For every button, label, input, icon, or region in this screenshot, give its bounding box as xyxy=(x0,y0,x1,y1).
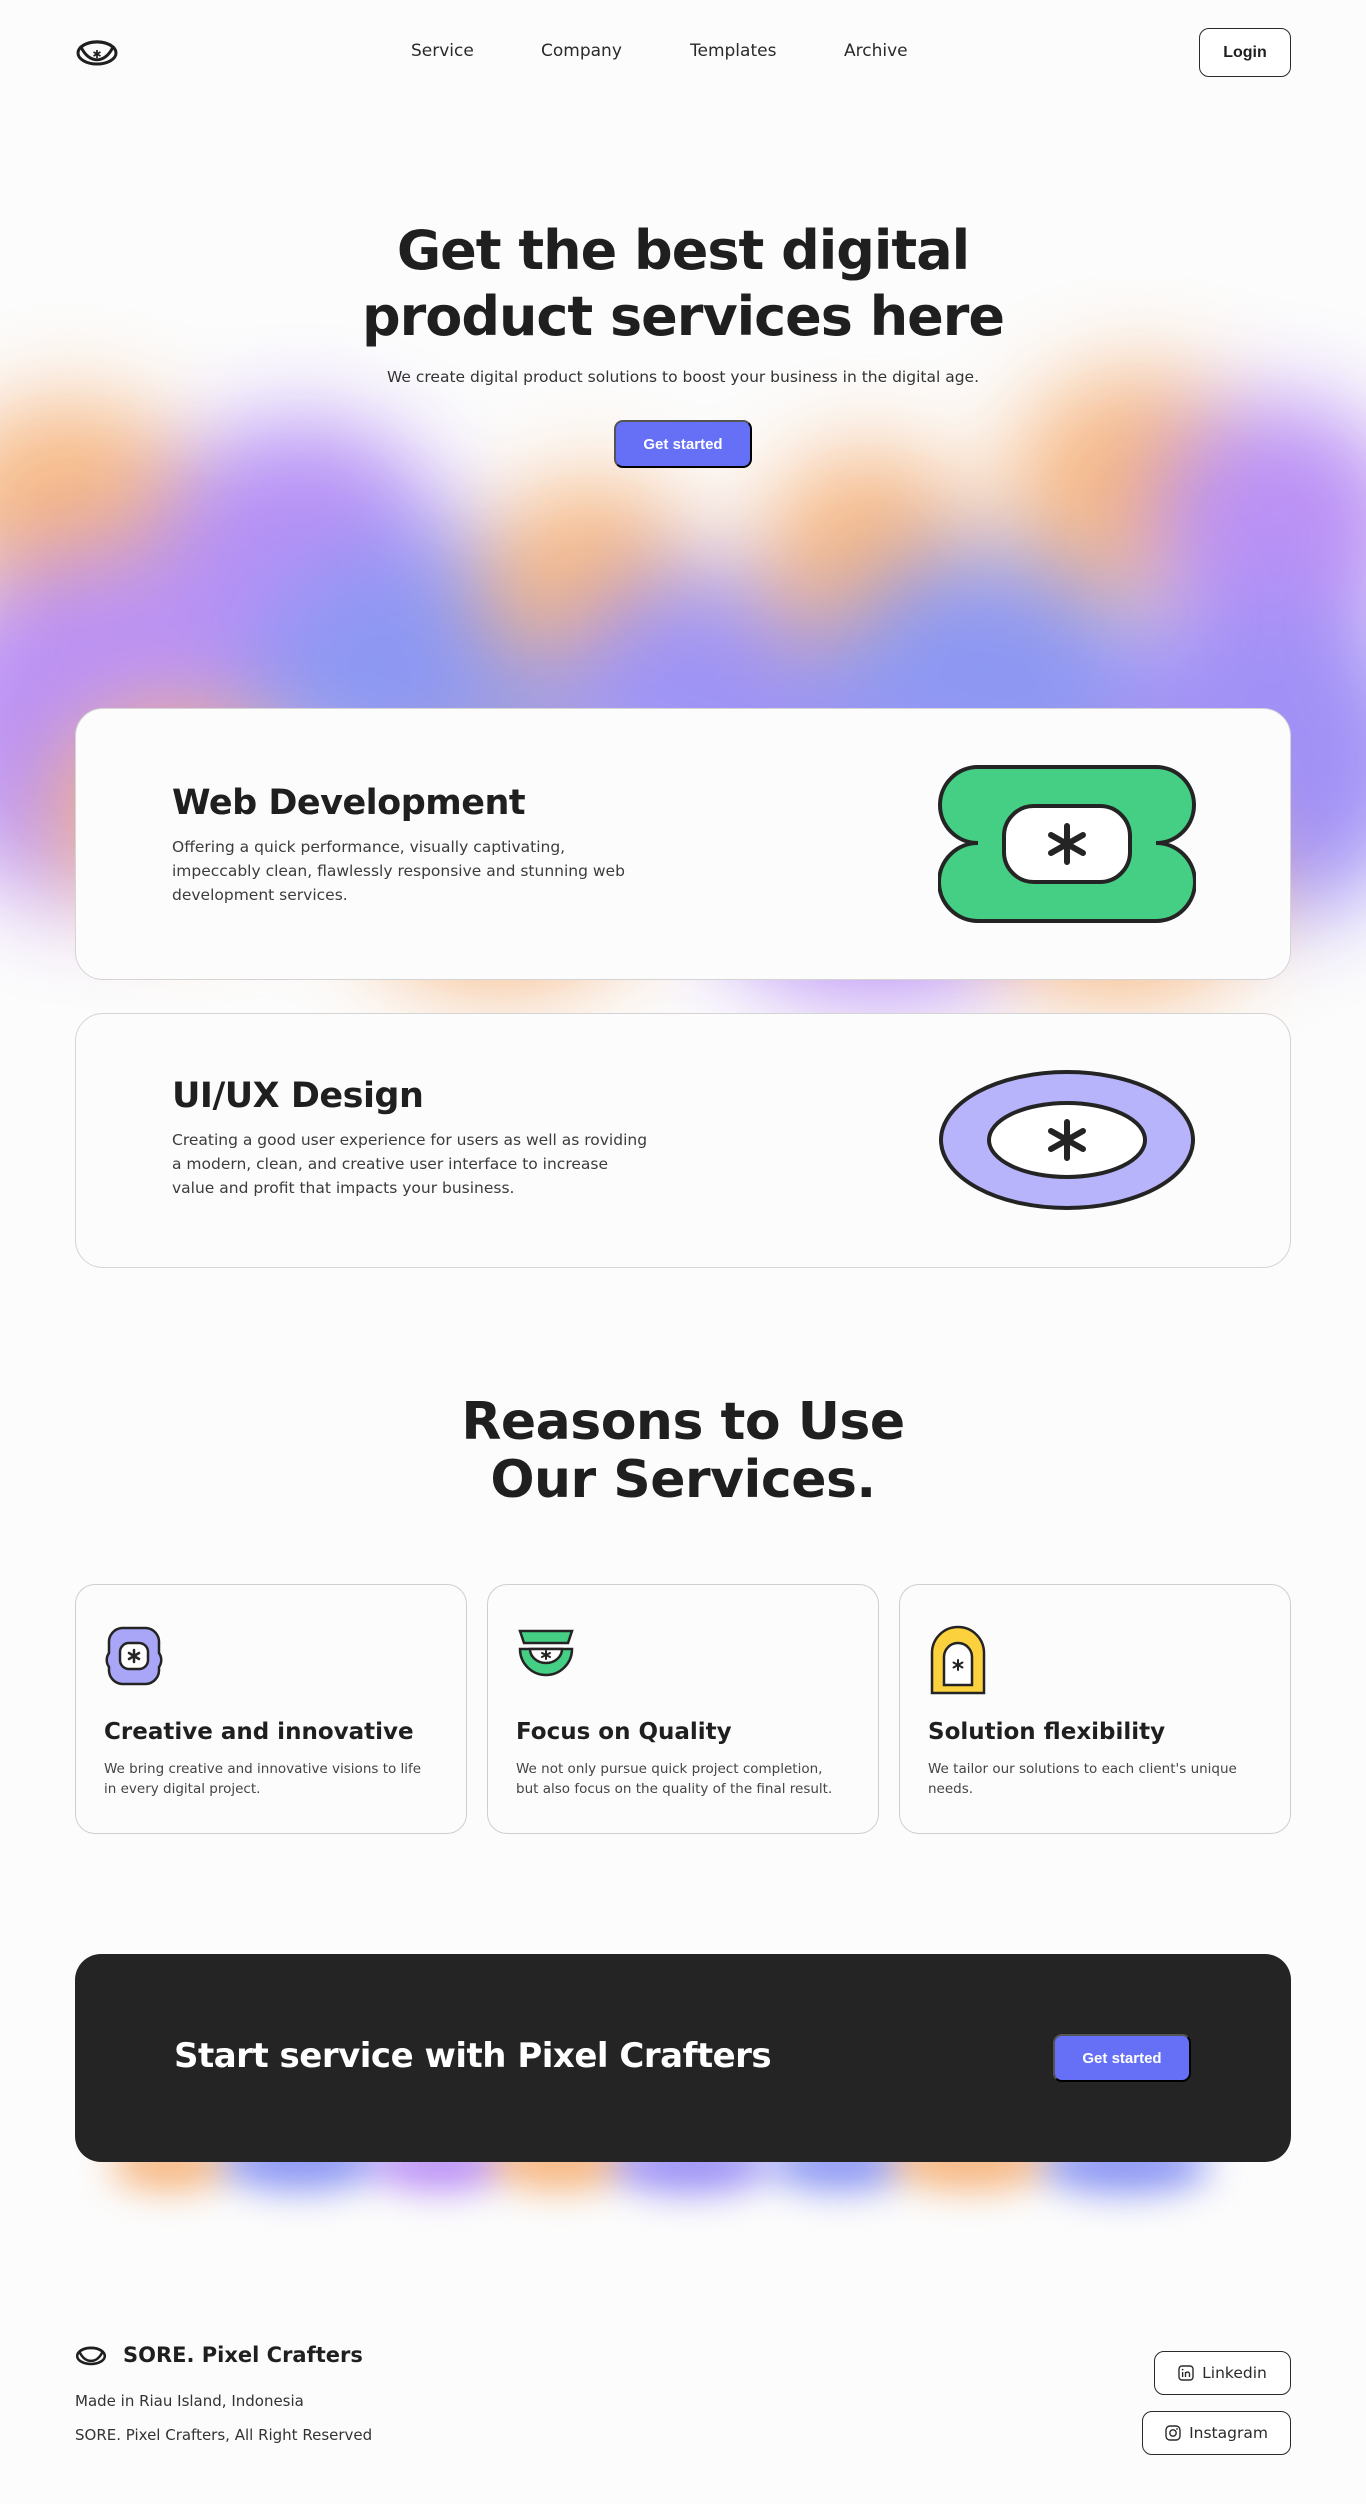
lavender-oval-icon xyxy=(939,1070,1195,1210)
cta-banner: Start service with Pixel Crafters Get st… xyxy=(75,1954,1291,2162)
service-description: Offering a quick performance, visually c… xyxy=(172,838,625,904)
linkedin-button[interactable]: Linkedin xyxy=(1154,2351,1291,2395)
service-title: Web Development xyxy=(172,783,526,823)
cta-get-started-button[interactable]: Get started xyxy=(1053,2034,1191,2082)
instagram-label: Instagram xyxy=(1189,2424,1268,2442)
footer-brand-name: SORE. Pixel Crafters xyxy=(123,2343,363,2367)
green-bowl-icon xyxy=(518,1629,574,1677)
reason-title: Focus on Quality xyxy=(516,1719,732,1745)
nav-link-company[interactable]: Company xyxy=(541,41,622,61)
hero-title-line-1: Get the best digital xyxy=(396,219,970,282)
service-description: Creating a good user experience for user… xyxy=(172,1131,648,1197)
nav-link-archive[interactable]: Archive xyxy=(844,41,908,61)
reasons-title: Reasons to Use Our Services. xyxy=(0,1393,1366,1509)
hero-title: Get the best digital product services he… xyxy=(0,218,1366,350)
linkedin-label: Linkedin xyxy=(1202,2364,1267,2382)
lavender-flower-icon xyxy=(105,1626,163,1686)
yellow-arch-icon xyxy=(930,1625,986,1695)
green-badge-icon xyxy=(938,765,1196,923)
reason-description: We bring creative and innovative visions… xyxy=(104,1761,422,1797)
service-card-ui-ux-design[interactable]: UI/UX Design Creating a good user experi… xyxy=(75,1013,1291,1268)
hero-subtitle: We create digital product solutions to b… xyxy=(387,368,979,386)
reasons-title-line-1: Reasons to Use xyxy=(461,1392,905,1452)
reason-card-creative: Creative and innovative We bring creativ… xyxy=(75,1584,467,1834)
reason-title: Creative and innovative xyxy=(104,1719,414,1745)
reasons-title-line-2: Our Services. xyxy=(490,1450,876,1510)
hero-title-line-2: product services here xyxy=(361,285,1005,348)
service-card-web-development[interactable]: Web Development Offering a quick perform… xyxy=(75,708,1291,980)
login-button[interactable]: Login xyxy=(1199,28,1291,77)
linkedin-icon xyxy=(1178,2365,1194,2381)
footer-logo-icon[interactable] xyxy=(75,2345,107,2367)
reason-card-quality: Focus on Quality We not only pursue quic… xyxy=(487,1584,879,1834)
cta-title: Start service with Pixel Crafters xyxy=(174,2036,772,2076)
footer-location: Made in Riau Island, Indonesia xyxy=(75,2392,304,2410)
nav-link-service[interactable]: Service xyxy=(411,41,474,61)
reason-description: We not only pursue quick project complet… xyxy=(516,1761,833,1797)
footer-copyright: SORE. Pixel Crafters, All Right Reserved xyxy=(75,2426,373,2444)
reason-card-flexibility: Solution flexibility We tailor our solut… xyxy=(899,1584,1291,1834)
reason-description: We tailor our solutions to each client's… xyxy=(928,1761,1237,1797)
hero-get-started-button[interactable]: Get started xyxy=(614,420,752,468)
reason-title: Solution flexibility xyxy=(928,1719,1166,1745)
service-title: UI/UX Design xyxy=(172,1076,424,1116)
nav-link-templates[interactable]: Templates xyxy=(690,41,776,61)
top-navigation: ✱ Service Company Templates Archive Logi… xyxy=(0,0,1366,105)
instagram-button[interactable]: Instagram xyxy=(1142,2411,1291,2455)
instagram-icon xyxy=(1165,2425,1181,2441)
nav-links: Service Company Templates Archive xyxy=(0,41,1366,65)
